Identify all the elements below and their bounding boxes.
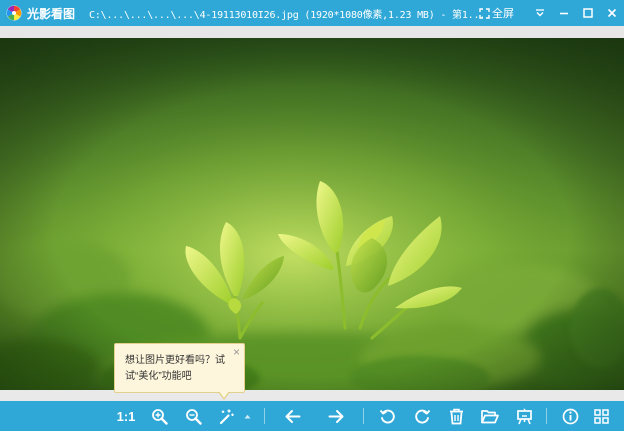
rotate-right-icon bbox=[414, 409, 430, 424]
tip-arrow-inner bbox=[219, 391, 229, 398]
window-controls: 全屏 bbox=[479, 0, 624, 26]
bottom-strip bbox=[0, 390, 624, 401]
zoom-out-icon bbox=[185, 408, 202, 425]
toolbar-separator bbox=[363, 408, 364, 424]
file-info: C:\...\...\...\...\4-19113010I26.jpg (19… bbox=[89, 9, 486, 21]
open-folder-button[interactable] bbox=[479, 406, 501, 426]
fullscreen-icon bbox=[479, 7, 490, 19]
zoom-in-icon bbox=[151, 408, 168, 425]
trash-icon bbox=[449, 408, 463, 424]
close-icon bbox=[607, 8, 617, 18]
maximize-icon bbox=[583, 8, 593, 18]
chevron-down-icon bbox=[536, 9, 544, 17]
toolbar-separator bbox=[264, 408, 265, 424]
toolbar-separator bbox=[546, 408, 547, 424]
image-info-button[interactable] bbox=[559, 406, 581, 426]
rotate-left-icon bbox=[379, 409, 395, 424]
image-canvas[interactable] bbox=[0, 38, 624, 390]
tip-line-2: 试“美化”功能吧 bbox=[125, 371, 192, 382]
app-title: 光影看图 bbox=[27, 6, 76, 21]
fullscreen-label: 全屏 bbox=[492, 8, 514, 20]
bottom-toolbar: 1:1 bbox=[0, 401, 624, 431]
minimize-button[interactable] bbox=[552, 0, 576, 26]
minimize-icon bbox=[560, 12, 568, 15]
slideshow-button[interactable] bbox=[513, 406, 535, 426]
app-logo-icon bbox=[6, 5, 22, 21]
caret-up-icon bbox=[244, 414, 250, 418]
thumbnail-view-button[interactable] bbox=[590, 406, 612, 426]
fullscreen-button[interactable]: 全屏 bbox=[479, 5, 514, 21]
beautify-tip-popup: 想让图片更好看吗？试 试“美化”功能吧 × bbox=[114, 343, 245, 400]
menu-dropdown-button[interactable] bbox=[528, 0, 552, 26]
tip-line-1: 想让图片更好看吗？试 bbox=[125, 355, 225, 366]
easel-icon bbox=[516, 408, 532, 424]
arrow-left-icon bbox=[285, 409, 300, 423]
zoom-in-button[interactable] bbox=[148, 406, 170, 426]
top-strip bbox=[0, 26, 624, 38]
info-icon bbox=[562, 408, 578, 424]
delete-button[interactable] bbox=[445, 406, 467, 426]
beautify-menu-button[interactable] bbox=[240, 406, 254, 426]
grid-icon bbox=[593, 408, 609, 424]
arrow-right-icon bbox=[328, 409, 343, 423]
beautify-button[interactable] bbox=[215, 406, 237, 426]
zoom-out-button[interactable] bbox=[182, 406, 204, 426]
tip-close-button[interactable]: × bbox=[233, 346, 240, 358]
previous-image-button[interactable] bbox=[281, 406, 303, 426]
close-button[interactable] bbox=[600, 0, 624, 26]
actual-size-button[interactable]: 1:1 bbox=[114, 406, 138, 426]
magic-wand-icon bbox=[219, 409, 234, 424]
maximize-button[interactable] bbox=[576, 0, 600, 26]
next-image-button[interactable] bbox=[325, 406, 347, 426]
rotate-right-button[interactable] bbox=[411, 406, 433, 426]
title-bar: 光影看图 C:\...\...\...\...\4-19113010I26.jp… bbox=[0, 0, 624, 26]
folder-open-icon bbox=[481, 409, 499, 423]
displayed-photo bbox=[0, 38, 624, 390]
rotate-left-button[interactable] bbox=[376, 406, 398, 426]
